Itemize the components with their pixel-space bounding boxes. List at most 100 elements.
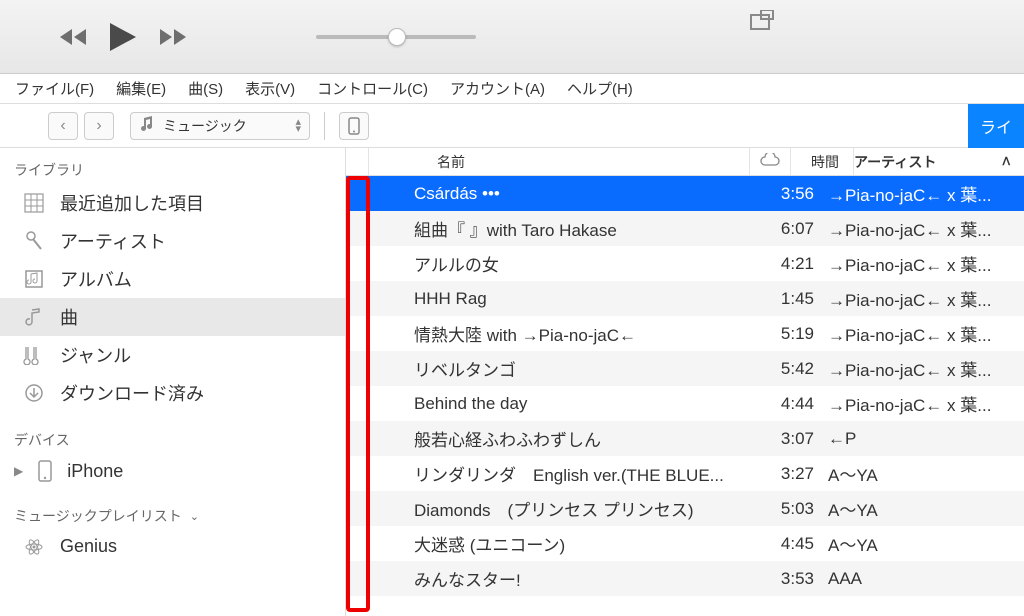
note-icon [22,307,46,327]
sidebar-item-label: 曲 [60,304,78,330]
track-row[interactable]: Diamonds (プリンセス プリンセス)5:03A〜YA [346,491,1024,526]
chevron-right-icon: ▶ [14,464,23,478]
sidebar-item-label: ジャンル [60,342,131,368]
menu-account[interactable]: アカウント(A) [450,78,545,99]
sidebar-item-label: ダウンロード済み [60,380,204,406]
track-name: Csárdás ••• [346,184,726,204]
column-time[interactable]: 時間 [811,154,839,170]
genius-icon [22,537,46,557]
sidebar-item-albums[interactable]: アルバム [0,260,345,298]
track-time: 6:07 [766,219,828,239]
guitar-icon [22,345,46,365]
miniplayer-icon[interactable] [750,10,774,33]
sidebar-item-genius[interactable]: Genius [0,530,345,563]
volume-slider[interactable] [316,35,476,39]
column-headers: 名前 時間 アーティストᐱ [346,148,1024,176]
track-row[interactable]: 大迷惑 (ユニコーン)4:45A〜YA [346,526,1024,561]
mic-icon [22,231,46,251]
track-name: 大迷惑 (ユニコーン) [346,531,726,556]
track-time: 3:56 [766,184,828,204]
track-rows: Csárdás •••3:56→Pia-no-jaC← x 葉...組曲『 』w… [346,176,1024,596]
track-name: リンダリンダ English ver.(THE BLUE... [346,461,726,486]
track-row[interactable]: リベルタンゴ5:42→Pia-no-jaC← x 葉... [346,351,1024,386]
sidebar-item-iphone[interactable]: ▶ iPhone [0,454,345,488]
track-time: 5:19 [766,324,828,344]
column-cloud[interactable] [750,153,790,170]
previous-button[interactable] [60,27,90,47]
track-artist: A〜YA [828,461,1024,486]
sidebar: ライブラリ 最近追加した項目 アーティスト アルバム 曲 ジャンル ダウンロード… [0,148,346,616]
track-name: HHH Rag [346,289,726,309]
menu-file[interactable]: ファイル(F) [15,78,94,99]
track-name: 般若心経ふわふわずしん [346,426,726,451]
player-toolbar [0,0,1024,74]
play-button[interactable] [108,21,138,53]
back-button[interactable]: ‹ [48,112,78,140]
track-list: 名前 時間 アーティストᐱ Csárdás •••3:56→Pia-no-jaC… [346,148,1024,616]
track-artist: →Pia-no-jaC← x 葉... [828,356,1024,381]
section-dropdown[interactable]: ミュージック ▴▾ [130,112,310,140]
sidebar-item-artists[interactable]: アーティスト [0,222,345,260]
menu-help[interactable]: ヘルプ(H) [567,78,633,99]
sidebar-item-label: アルバム [60,266,132,292]
sidebar-item-label: Genius [60,536,117,557]
track-artist: →Pia-no-jaC← x 葉... [828,216,1024,241]
track-time: 1:45 [766,289,828,309]
forward-button[interactable]: › [84,112,114,140]
track-row[interactable]: リンダリンダ English ver.(THE BLUE... 3:27A〜YA [346,456,1024,491]
track-row[interactable]: Csárdás ••• 3:56→Pia-no-jaC← x 葉... [346,176,1024,211]
menubar: ファイル(F) 編集(E) 曲(S) 表示(V) コントロール(C) アカウント… [0,74,1024,104]
sidebar-header-library: ライブラリ [0,154,345,184]
device-button[interactable] [339,112,369,140]
track-name: 情熱大陸 with →Pia-no-jaC← [346,321,726,346]
column-name[interactable]: 名前 [437,154,465,170]
track-time: 3:07 [766,429,828,449]
track-time: 3:53 [766,569,828,589]
track-time: 3:27 [766,464,828,484]
track-artist: ←P [828,429,1024,449]
track-name: アルルの女 [346,251,726,276]
track-row[interactable]: HHH Rag1:45→Pia-no-jaC← x 葉... [346,281,1024,316]
sidebar-item-label: アーティスト [60,228,166,254]
track-artist: A〜YA [828,496,1024,521]
track-name: 組曲『 』with Taro Hakase [346,216,726,241]
album-icon [22,269,46,289]
track-time: 5:03 [766,499,828,519]
cloud-icon [759,153,781,170]
track-artist: →Pia-no-jaC← x 葉... [828,251,1024,276]
track-time: 4:45 [766,534,828,554]
track-row[interactable]: 情熱大陸 with →Pia-no-jaC←5:19→Pia-no-jaC← x… [346,316,1024,351]
menu-edit[interactable]: 編集(E) [116,78,166,99]
track-name: みんなスター! [346,566,726,591]
playback-controls [60,21,186,53]
next-button[interactable] [156,27,186,47]
track-row[interactable]: アルルの女 4:21→Pia-no-jaC← x 葉... [346,246,1024,281]
track-artist: AAA [828,569,1024,589]
column-artist[interactable]: アーティスト [854,152,936,172]
track-artist: →Pia-no-jaC← x 葉... [828,391,1024,416]
track-artist: →Pia-no-jaC← x 葉... [828,181,1024,206]
sidebar-item-recent[interactable]: 最近追加した項目 [0,184,345,222]
sidebar-item-genres[interactable]: ジャンル [0,336,345,374]
track-name: リベルタンゴ [346,356,726,381]
navigation-bar: ‹ › ミュージック ▴▾ ライ [0,104,1024,148]
track-row[interactable]: みんなスター! 3:53AAA [346,561,1024,596]
track-name: Behind the day [346,394,726,414]
library-tab[interactable]: ライ [968,104,1024,148]
grid-icon [22,193,46,213]
track-time: 4:21 [766,254,828,274]
menu-control[interactable]: コントロール(C) [317,78,428,99]
chevron-down-icon[interactable]: ⌄ [190,510,199,523]
iphone-icon [33,460,57,482]
track-row[interactable]: 般若心経ふわふわずしん 3:07←P [346,421,1024,456]
sidebar-item-songs[interactable]: 曲 [0,298,345,336]
track-time: 4:44 [766,394,828,414]
sidebar-header-playlists: ミュージックプレイリスト⌄ [0,500,345,530]
sidebar-item-label: iPhone [67,461,123,482]
track-row[interactable]: Behind the day 4:44→Pia-no-jaC← x 葉... [346,386,1024,421]
sidebar-item-downloaded[interactable]: ダウンロード済み [0,374,345,412]
sidebar-header-devices: デバイス [0,424,345,454]
menu-view[interactable]: 表示(V) [245,78,295,99]
menu-song[interactable]: 曲(S) [188,78,223,99]
track-row[interactable]: 組曲『 』with Taro Hakase 6:07→Pia-no-jaC← x … [346,211,1024,246]
